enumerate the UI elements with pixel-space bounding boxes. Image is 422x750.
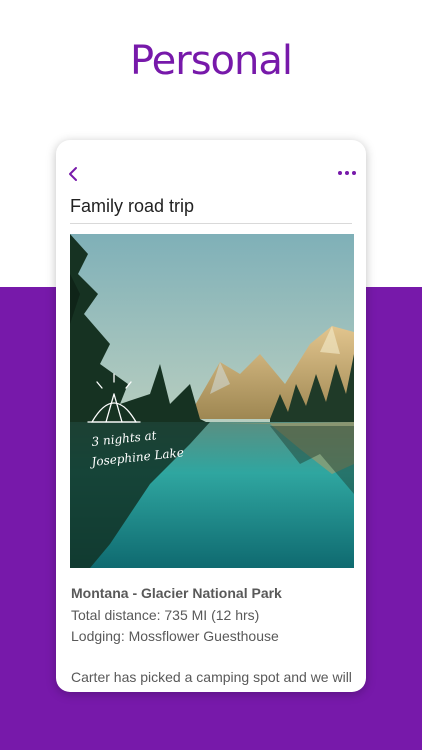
note-title[interactable]: Family road trip (70, 196, 352, 224)
body-paragraph: Carter has picked a camping spot and we … (71, 668, 352, 685)
details-distance: Total distance: 735 MI (12 hrs) (71, 606, 260, 623)
more-options-button[interactable] (336, 166, 358, 180)
back-button[interactable] (64, 164, 84, 184)
note-photo[interactable]: 3 nights at Josephine Lake (70, 234, 354, 568)
details-lodging: Lodging: Mossflower Guesthouse (71, 628, 279, 644)
chevron-left-icon (69, 167, 77, 181)
more-horizontal-icon (338, 171, 356, 175)
note-card: Family road trip 3 nights at Josephine L… (56, 140, 366, 692)
hero-title: Personal (129, 38, 293, 84)
landscape-photo: 3 nights at Josephine Lake (70, 234, 354, 568)
note-body[interactable]: Montana - Glacier National Park Total di… (71, 583, 361, 688)
details-heading: Montana - Glacier National Park (71, 585, 282, 601)
